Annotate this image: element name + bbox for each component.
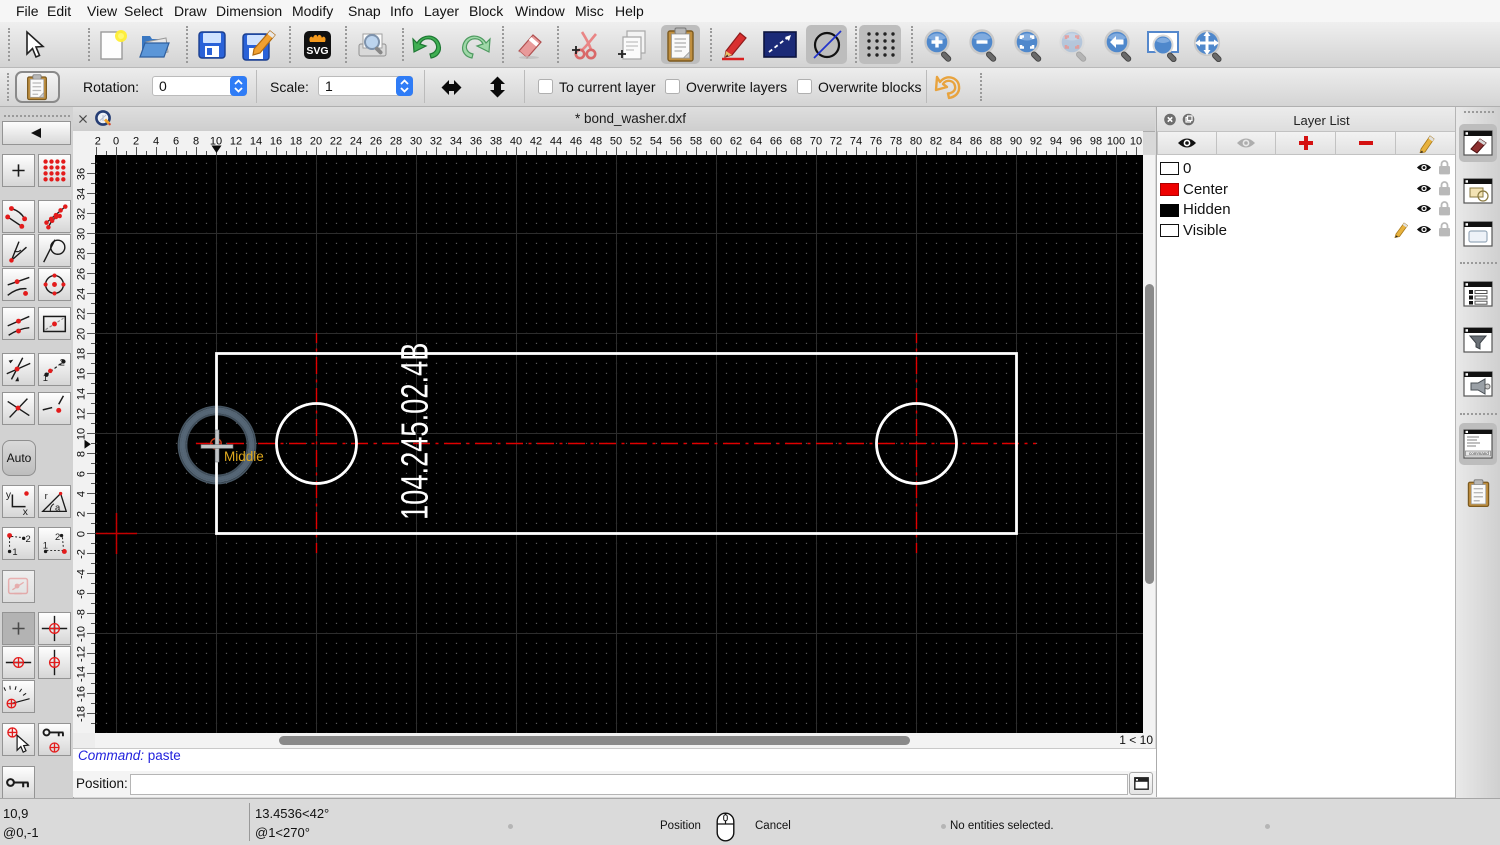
svg-text:12: 12 <box>230 136 242 148</box>
svg-text:92: 92 <box>1030 136 1042 148</box>
svg-text:54: 54 <box>650 136 662 148</box>
svg-text:y: y <box>6 490 12 501</box>
svg-text:0: 0 <box>113 136 119 148</box>
svg-text:56: 56 <box>670 136 682 148</box>
svg-text:command: command <box>1469 451 1489 456</box>
svg-text:-8: -8 <box>76 609 88 619</box>
svg-text:30: 30 <box>76 228 88 240</box>
svg-text:20: 20 <box>310 136 322 148</box>
svg-text:90: 90 <box>1010 136 1022 148</box>
svg-text:60: 60 <box>710 136 722 148</box>
svg-text:68: 68 <box>790 136 802 148</box>
svg-text:18: 18 <box>76 348 88 360</box>
svg-text:2: 2 <box>60 356 65 367</box>
svg-text:104.245.02.4B: 104.245.02.4B <box>394 343 437 520</box>
svg-text:32: 32 <box>430 136 442 148</box>
svg-text:48: 48 <box>590 136 602 148</box>
svg-text:36: 36 <box>76 168 88 180</box>
svg-text:-2: -2 <box>76 549 88 559</box>
svg-text:r: r <box>45 490 48 501</box>
svg-text:16: 16 <box>270 136 282 148</box>
svg-text:46: 46 <box>570 136 582 148</box>
svg-text:1: 1 <box>12 546 17 557</box>
svg-text:2: 2 <box>133 136 139 148</box>
svg-text:-16: -16 <box>76 686 88 702</box>
svg-text:50: 50 <box>610 136 622 148</box>
svg-text:78: 78 <box>890 136 902 148</box>
svg-text:x: x <box>23 507 29 517</box>
svg-text:88: 88 <box>990 136 1002 148</box>
svg-text:24: 24 <box>76 288 88 300</box>
svg-text:-18: -18 <box>76 706 88 722</box>
svg-text:2: 2 <box>76 511 88 517</box>
svg-text:4: 4 <box>153 136 159 148</box>
svg-text:14: 14 <box>76 388 88 400</box>
svg-text:8: 8 <box>76 451 88 457</box>
svg-text:6: 6 <box>76 471 88 477</box>
svg-text:80: 80 <box>910 136 922 148</box>
svg-text:a: a <box>55 501 61 512</box>
svg-text:10: 10 <box>1130 136 1142 148</box>
svg-text:34: 34 <box>76 188 88 200</box>
svg-text:74: 74 <box>850 136 862 148</box>
svg-text:70: 70 <box>810 136 822 148</box>
svg-text:16: 16 <box>76 368 88 380</box>
svg-text:64: 64 <box>750 136 762 148</box>
svg-text:26: 26 <box>370 136 382 148</box>
svg-text:SVG: SVG <box>306 45 328 57</box>
svg-text:-10: -10 <box>76 626 88 642</box>
svg-text:96: 96 <box>1070 136 1082 148</box>
svg-text:100: 100 <box>1107 136 1125 148</box>
svg-text:2: 2 <box>26 533 31 544</box>
svg-text:1: 1 <box>43 540 48 551</box>
svg-text:12: 12 <box>76 408 88 420</box>
svg-text:34: 34 <box>450 136 462 148</box>
svg-text:4: 4 <box>76 491 88 497</box>
svg-text:-2: -2 <box>95 136 101 148</box>
svg-text:24: 24 <box>350 136 362 148</box>
svg-text:2: 2 <box>55 531 60 542</box>
svg-text:38: 38 <box>490 136 502 148</box>
svg-text:94: 94 <box>1050 136 1062 148</box>
svg-text:0: 0 <box>76 531 88 537</box>
svg-text:58: 58 <box>690 136 702 148</box>
svg-text:26: 26 <box>76 268 88 280</box>
svg-text:84: 84 <box>950 136 962 148</box>
svg-text:1: 1 <box>43 372 48 383</box>
svg-text:72: 72 <box>830 136 842 148</box>
svg-text:-6: -6 <box>76 589 88 599</box>
svg-text:20: 20 <box>76 328 88 340</box>
svg-text:66: 66 <box>770 136 782 148</box>
svg-text:22: 22 <box>330 136 342 148</box>
svg-text:22: 22 <box>76 308 88 320</box>
svg-text:30: 30 <box>410 136 422 148</box>
svg-text:Middle: Middle <box>224 449 264 464</box>
svg-text:36: 36 <box>470 136 482 148</box>
svg-text:10: 10 <box>76 428 88 440</box>
svg-text:-12: -12 <box>76 646 88 662</box>
svg-text:76: 76 <box>870 136 882 148</box>
svg-text:44: 44 <box>550 136 562 148</box>
svg-text:98: 98 <box>1090 136 1102 148</box>
svg-text:18: 18 <box>290 136 302 148</box>
svg-text:28: 28 <box>390 136 402 148</box>
svg-text:82: 82 <box>930 136 942 148</box>
svg-text:14: 14 <box>250 136 262 148</box>
svg-text:28: 28 <box>76 248 88 260</box>
svg-text:6: 6 <box>173 136 179 148</box>
svg-text:32: 32 <box>76 208 88 220</box>
svg-text:40: 40 <box>510 136 522 148</box>
svg-text:86: 86 <box>970 136 982 148</box>
svg-text:52: 52 <box>630 136 642 148</box>
svg-text:-4: -4 <box>76 569 88 579</box>
svg-text:42: 42 <box>530 136 542 148</box>
svg-text:-14: -14 <box>76 666 88 682</box>
svg-text:8: 8 <box>193 136 199 148</box>
svg-text:62: 62 <box>730 136 742 148</box>
